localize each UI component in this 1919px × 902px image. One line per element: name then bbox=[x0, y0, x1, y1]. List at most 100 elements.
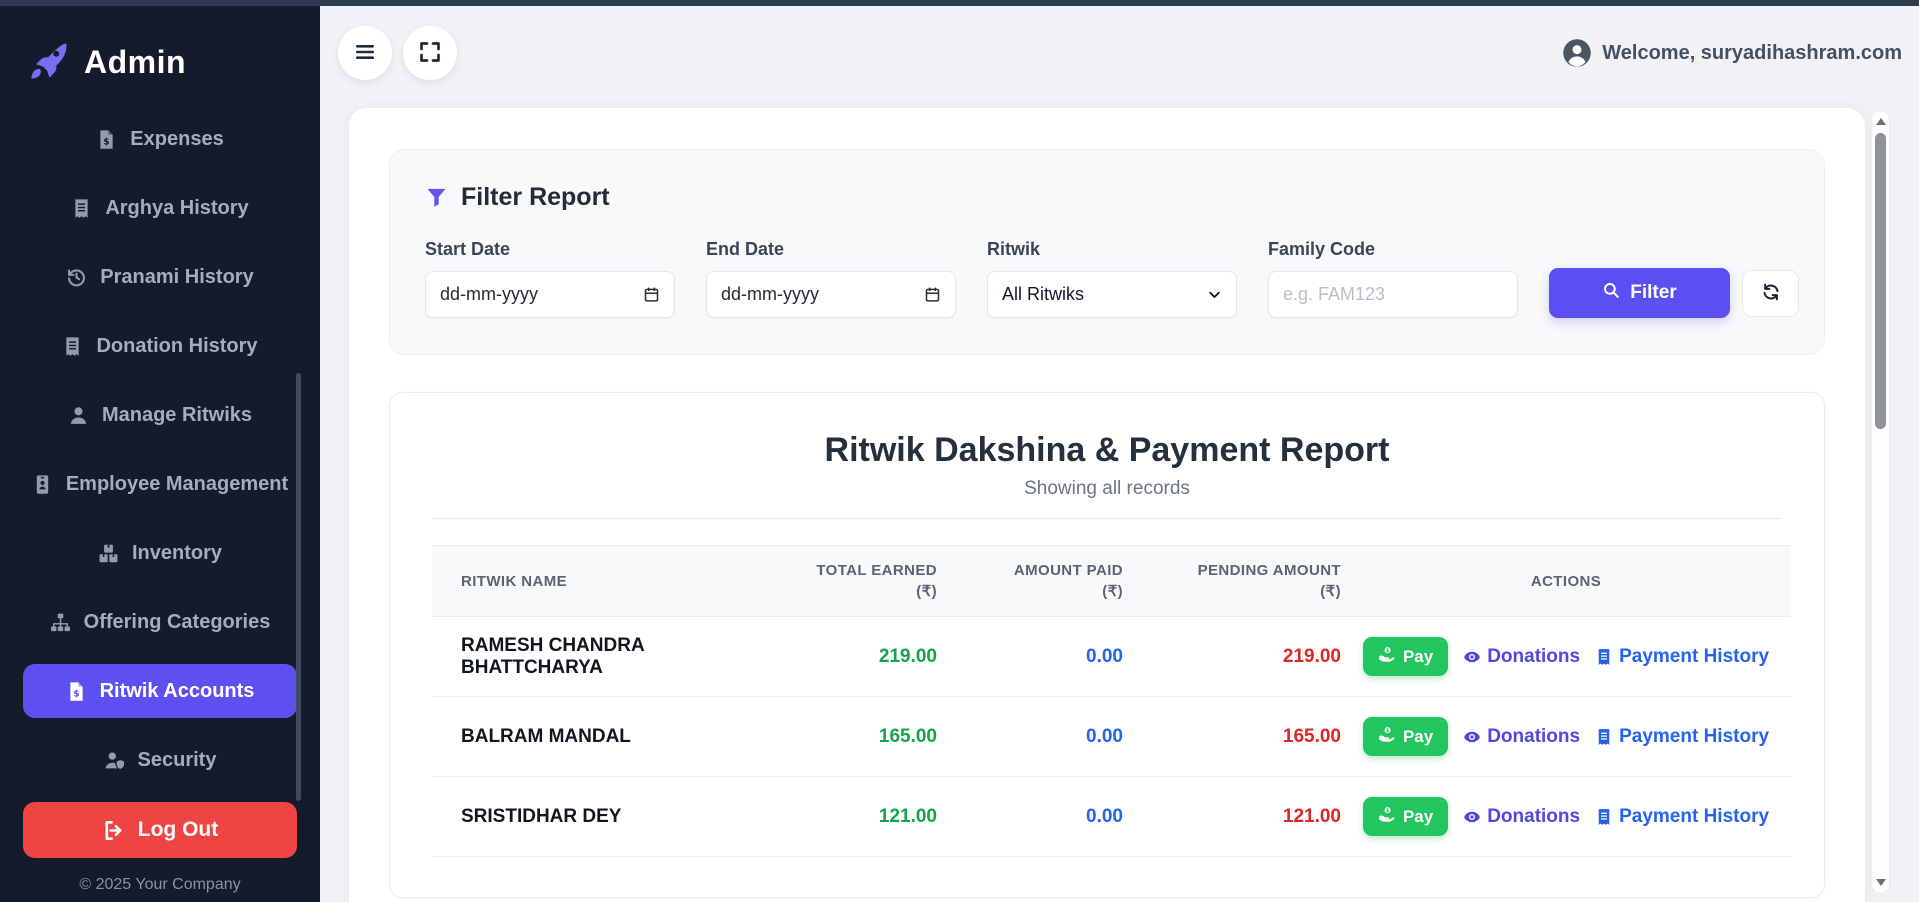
sidebar-item-arghya-history[interactable]: Arghya History bbox=[23, 181, 297, 235]
start-date-label: Start Date bbox=[425, 239, 675, 260]
eye-icon bbox=[1463, 648, 1481, 666]
pending-amount-value: 121.00 bbox=[1123, 777, 1341, 857]
payment-history-link[interactable]: Payment History bbox=[1595, 726, 1769, 748]
pay-icon: $ bbox=[1378, 726, 1395, 748]
eye-icon bbox=[1463, 808, 1481, 826]
sidebar-item-employee-management[interactable]: Employee Management bbox=[23, 457, 297, 511]
user-shield-icon bbox=[104, 750, 125, 771]
sidebar-item-label: Ritwik Accounts bbox=[100, 680, 255, 703]
report-table: RITWIK NAMETOTAL EARNED(₹)AMOUNT PAID(₹)… bbox=[432, 545, 1791, 857]
page-scrollbar[interactable] bbox=[1871, 110, 1890, 894]
amount-paid-value: 0.00 bbox=[937, 617, 1123, 697]
history-icon bbox=[66, 267, 87, 288]
table-row: RAMESH CHANDRA BHATTCHARYA219.000.00219.… bbox=[432, 617, 1791, 697]
scroll-up-arrow[interactable] bbox=[1876, 118, 1886, 125]
receipt-icon bbox=[71, 198, 92, 219]
amount-paid-value: 0.00 bbox=[937, 777, 1123, 857]
amount-paid-value: 0.00 bbox=[937, 697, 1123, 777]
payment-history-link[interactable]: Payment History bbox=[1595, 806, 1769, 828]
divider bbox=[432, 518, 1782, 519]
total-earned-value: 219.00 bbox=[761, 617, 937, 697]
start-date-value: dd-mm-yyyy bbox=[440, 284, 538, 305]
ritwik-select[interactable]: All Ritwiks bbox=[987, 271, 1237, 318]
screen: Admin $ExpensesArghya HistoryPranami His… bbox=[0, 0, 1919, 902]
sidebar-item-ritwik-accounts[interactable]: $Ritwik Accounts bbox=[23, 664, 297, 718]
chevron-down-icon bbox=[1207, 287, 1222, 302]
ritwik-name: BALRAM MANDAL bbox=[432, 697, 761, 777]
sidebar-item-label: Employee Management bbox=[66, 473, 288, 496]
filter-button[interactable]: Filter bbox=[1549, 268, 1730, 318]
column-header-amount-paid: AMOUNT PAID(₹) bbox=[937, 546, 1123, 617]
payment-history-link-label: Payment History bbox=[1619, 646, 1769, 668]
calendar-icon bbox=[643, 286, 660, 303]
pay-button-label: Pay bbox=[1403, 727, 1433, 747]
sidebar-item-label: Arghya History bbox=[105, 197, 248, 220]
payment-history-link[interactable]: Payment History bbox=[1595, 646, 1769, 668]
scroll-down-arrow[interactable] bbox=[1876, 879, 1886, 886]
filter-card: Filter Report Start Datedd-mm-yyyyEnd Da… bbox=[389, 149, 1825, 355]
sidebar-scrollbar-thumb[interactable] bbox=[296, 373, 301, 801]
sidebar-item-label: Expenses bbox=[130, 128, 223, 151]
actions-cell: $Pay Donations Payment History bbox=[1341, 617, 1791, 697]
start-date-input[interactable]: dd-mm-yyyy bbox=[425, 271, 675, 318]
refresh-button[interactable] bbox=[1742, 270, 1799, 317]
report-title: Ritwik Dakshina & Payment Report bbox=[390, 431, 1824, 470]
family-code-input[interactable] bbox=[1268, 271, 1518, 318]
menu-toggle-button[interactable] bbox=[338, 26, 392, 80]
sidebar-item-pranami-history[interactable]: Pranami History bbox=[23, 250, 297, 304]
ritwik-name: SRISTIDHAR DEY bbox=[432, 777, 761, 857]
ritwik-name: RAMESH CHANDRA BHATTCHARYA bbox=[432, 617, 761, 697]
start-date-field: Start Date dd-mm-yyyy bbox=[425, 239, 675, 318]
sidebar-item-label: Inventory bbox=[132, 542, 222, 565]
page-scrollbar-thumb[interactable] bbox=[1875, 133, 1886, 429]
logout-button[interactable]: Log Out bbox=[23, 802, 297, 858]
receipt-icon bbox=[1595, 648, 1613, 666]
donations-link[interactable]: Donations bbox=[1463, 726, 1580, 748]
pay-button[interactable]: $ Pay bbox=[1363, 717, 1448, 756]
app-title: Admin bbox=[84, 44, 186, 81]
sidebar-item-inventory[interactable]: Inventory bbox=[23, 526, 297, 580]
pay-button[interactable]: $ Pay bbox=[1363, 797, 1448, 836]
filter-title-text: Filter Report bbox=[461, 183, 610, 212]
calendar-icon bbox=[924, 286, 941, 303]
sidebar-item-donation-history[interactable]: Donation History bbox=[23, 319, 297, 373]
table-row: BALRAM MANDAL165.000.00165.00$PayDonatio… bbox=[432, 697, 1791, 777]
sidebar: Admin $Expenses Arghya History Pranami His… bbox=[0, 6, 320, 902]
end-date-input[interactable]: dd-mm-yyyy bbox=[706, 271, 956, 318]
sidebar-item-security[interactable]: Security bbox=[23, 733, 297, 787]
total-earned-value: 121.00 bbox=[761, 777, 937, 857]
donations-link-label: Donations bbox=[1487, 726, 1580, 748]
sidebar-item-label: Manage Ritwiks bbox=[102, 404, 252, 427]
payment-history-link-label: Payment History bbox=[1619, 806, 1769, 828]
donations-link[interactable]: Donations bbox=[1463, 646, 1580, 668]
table-row: SRISTIDHAR DEY121.000.00121.00$PayDonati… bbox=[432, 777, 1791, 857]
sidebar-item-label: Offering Categories bbox=[84, 611, 271, 634]
eye-icon bbox=[1463, 728, 1481, 746]
payment-history-link-label: Payment History bbox=[1619, 726, 1769, 748]
sidebar-item-label: Donation History bbox=[96, 335, 257, 358]
welcome: Welcome, suryadihashram.com bbox=[1562, 38, 1902, 68]
receipt-icon bbox=[1595, 728, 1613, 746]
sidebar-item-expenses[interactable]: $Expenses bbox=[23, 112, 297, 166]
sidebar-item-offering-categories[interactable]: Offering Categories bbox=[23, 595, 297, 649]
fullscreen-button[interactable] bbox=[403, 26, 457, 80]
pay-button[interactable]: $Pay bbox=[1363, 637, 1448, 676]
column-header-actions: ACTIONS bbox=[1341, 546, 1791, 617]
end-date-field: End Datedd-mm-yyyy bbox=[706, 239, 956, 318]
column-header-total-earned: TOTAL EARNED(₹) bbox=[761, 546, 937, 617]
pending-amount-value: 165.00 bbox=[1123, 697, 1341, 777]
user-icon bbox=[68, 405, 89, 426]
actions-cell: $ Pay Donations Payment History bbox=[1341, 777, 1791, 857]
total-earned-value: 165.00 bbox=[761, 697, 937, 777]
column-header-pending-amount: PENDING AMOUNT(₹) bbox=[1123, 546, 1341, 617]
pay-button-label: Pay bbox=[1403, 647, 1433, 667]
pay-button-label: Pay bbox=[1403, 807, 1433, 827]
filter-button-label: Filter bbox=[1630, 282, 1676, 304]
donations-link[interactable]: Donations bbox=[1463, 806, 1580, 828]
column-header-ritwik-name: RITWIK NAME bbox=[432, 546, 761, 617]
sidebar-item-manage-ritwiks[interactable]: Manage Ritwiks bbox=[23, 388, 297, 442]
pay-icon: $ bbox=[1378, 806, 1395, 828]
boxes-icon bbox=[98, 543, 119, 564]
search-icon bbox=[1602, 281, 1620, 305]
app-logo: Admin bbox=[0, 6, 320, 112]
